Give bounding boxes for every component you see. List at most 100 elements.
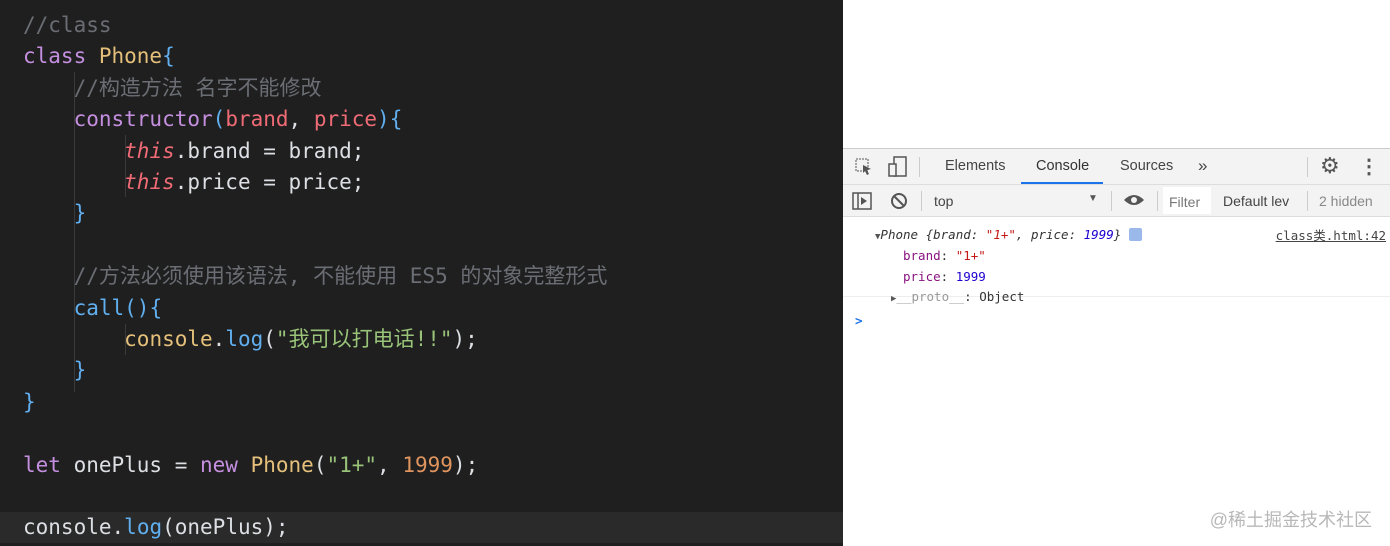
context-selector[interactable]: top xyxy=(934,193,953,209)
code-line[interactable]: this.price = price; xyxy=(23,167,364,198)
code-line[interactable]: console.log(onePlus); xyxy=(0,512,843,544)
code-token: constructor xyxy=(73,107,213,132)
code-token: ); xyxy=(452,327,478,351)
code-line[interactable]: constructor(brand, price){ xyxy=(23,104,403,135)
code-token: .brand = brand; xyxy=(174,138,365,163)
property-brand: brand: "1+" xyxy=(903,248,986,263)
code-token: //class xyxy=(23,13,112,37)
code-token: ( xyxy=(212,107,226,132)
tab-elements[interactable]: Elements xyxy=(945,158,1005,174)
code-token: "1+" xyxy=(326,452,378,477)
info-icon[interactable] xyxy=(1128,228,1142,241)
device-toolbar-icon[interactable] xyxy=(888,156,908,178)
chevron-down-icon[interactable]: ▼ xyxy=(1088,193,1098,204)
code-token: //方法必须使用该语法, 不能使用 ES5 的对象完整形式 xyxy=(73,264,608,289)
tab-sources[interactable]: Sources xyxy=(1120,158,1173,174)
summary-price: 1999 xyxy=(1083,227,1114,242)
console-toolbar: top ▼ Filter Default lev 2 hidden xyxy=(843,185,1390,217)
filter-input[interactable]: Filter xyxy=(1163,187,1211,214)
code-line[interactable]: } xyxy=(23,387,36,418)
code-token: Phone xyxy=(98,44,163,69)
code-token: let xyxy=(23,452,74,477)
code-token: } xyxy=(23,389,36,414)
code-line[interactable]: class Phone{ xyxy=(23,41,175,72)
tab-console[interactable]: Console xyxy=(1036,158,1089,174)
code-token: new xyxy=(200,452,251,477)
property-value: Object xyxy=(979,289,1025,304)
code-token: ( xyxy=(313,452,327,477)
code-token: this xyxy=(124,138,175,163)
property-proto[interactable]: ▶__proto__: Object xyxy=(891,289,1024,304)
code-line[interactable]: //构造方法 名字不能修改 xyxy=(23,73,322,104)
code-token: .price = price; xyxy=(174,170,365,194)
kebab-menu-icon[interactable]: ⋮ xyxy=(1359,154,1379,179)
code-token: onePlus = xyxy=(73,452,201,477)
code-token: (){ xyxy=(124,295,163,320)
code-line[interactable]: } xyxy=(23,355,87,386)
divider xyxy=(1111,191,1112,211)
divider xyxy=(919,157,920,177)
code-token: ); xyxy=(452,452,479,477)
code-line[interactable]: console.log("我可以打电话!!"); xyxy=(23,324,478,355)
source-link[interactable]: class类.html:42 xyxy=(1276,225,1386,244)
property-price: price: 1999 xyxy=(903,269,986,284)
divider xyxy=(1307,191,1308,211)
property-key: __proto__ xyxy=(896,289,965,304)
clear-console-icon[interactable] xyxy=(890,192,908,210)
divider xyxy=(921,191,922,211)
code-token: { xyxy=(162,44,175,69)
summary-text: } xyxy=(1113,227,1122,242)
summary-text: , price: xyxy=(1015,227,1084,242)
more-tabs-button[interactable]: » xyxy=(1198,156,1207,176)
code-token: } xyxy=(73,201,87,226)
divider xyxy=(1307,157,1308,177)
code-token: , xyxy=(288,107,314,132)
code-token: . xyxy=(212,327,226,351)
object-name: Phone xyxy=(880,227,919,242)
code-editor[interactable]: //class class Phone{ //构造方法 名字不能修改 constr… xyxy=(0,0,843,546)
code-line[interactable]: } xyxy=(23,198,87,229)
code-token: //构造方法 名字不能修改 xyxy=(73,75,322,100)
hidden-count: 2 hidden xyxy=(1319,193,1373,209)
code-token: ) xyxy=(377,107,390,132)
property-key: brand xyxy=(903,248,941,263)
log-entry-summary[interactable]: ▼Phone {brand: "1+", price: 1999} xyxy=(875,227,1142,242)
code-token: log xyxy=(124,515,163,540)
code-token: console xyxy=(124,327,213,351)
code-token: console xyxy=(23,515,112,540)
eye-icon[interactable] xyxy=(1123,193,1145,207)
code-line[interactable]: call(){ xyxy=(23,293,163,324)
code-line[interactable]: let onePlus = new Phone("1+", 1999); xyxy=(23,450,478,481)
inspect-element-icon[interactable] xyxy=(855,158,873,176)
settings-gear-icon[interactable]: ⚙ xyxy=(1320,153,1340,179)
property-key: price xyxy=(903,269,941,284)
active-tab-indicator xyxy=(1021,182,1103,184)
code-line[interactable]: //方法必须使用该语法, 不能使用 ES5 的对象完整形式 xyxy=(23,261,608,292)
console-prompt[interactable]: > xyxy=(843,313,1390,328)
watermark: @稀土掘金技术社区 xyxy=(1209,510,1372,530)
code-line[interactable]: //class xyxy=(23,10,112,41)
devtools-panel: Elements Console Sources » ⚙ ⋮ top ▼ Fil… xyxy=(843,148,1390,546)
code-token: class xyxy=(23,44,99,69)
log-levels-dropdown[interactable]: Default lev xyxy=(1223,193,1289,209)
summary-text: {brand: xyxy=(918,227,986,242)
summary-brand: "1+" xyxy=(985,227,1016,242)
sidebar-toggle-icon[interactable] xyxy=(852,192,872,210)
code-token: } xyxy=(73,358,87,383)
code-token: ( xyxy=(263,327,276,351)
devtools-tab-bar: Elements Console Sources » ⚙ ⋮ xyxy=(843,149,1390,185)
code-token: call xyxy=(73,295,125,320)
code-line[interactable]: this.brand = brand; xyxy=(23,136,364,167)
console-output: ▼Phone {brand: "1+", price: 1999} class类… xyxy=(843,217,1390,304)
code-token: , xyxy=(377,452,403,477)
property-value: "1+" xyxy=(955,248,986,263)
